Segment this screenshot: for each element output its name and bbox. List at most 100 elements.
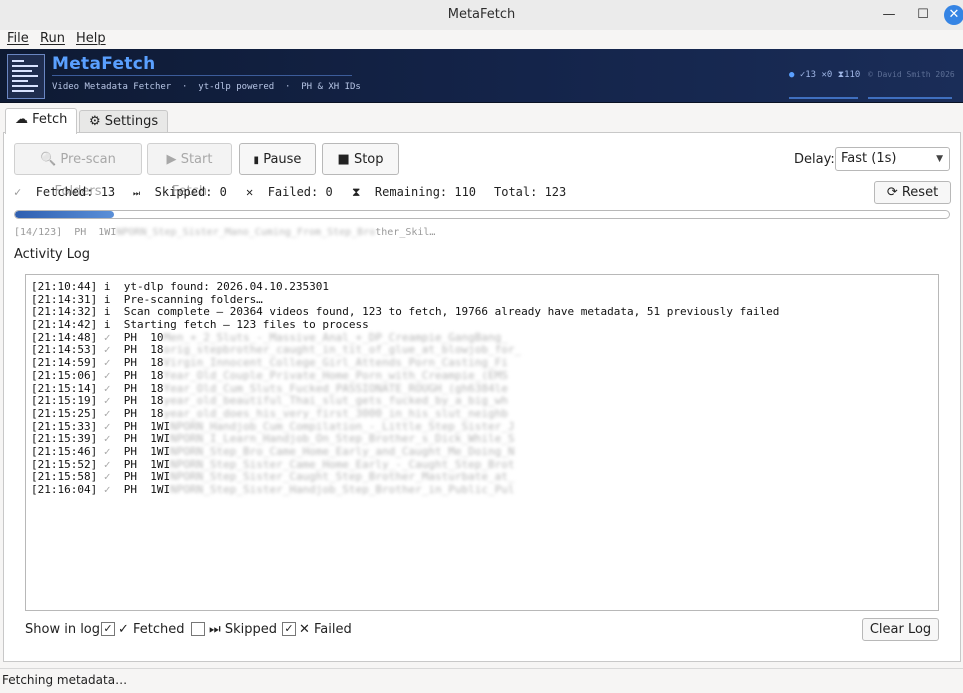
play-icon: ▶ xyxy=(166,152,177,167)
log-timestamp: [21:15:33] xyxy=(31,419,98,433)
skipped-checkbox[interactable] xyxy=(191,622,205,636)
log-line: [21:14:42] i Starting fetch — 123 files … xyxy=(31,318,938,332)
log-timestamp: [21:15:25] xyxy=(31,406,98,420)
log-site: PH xyxy=(123,394,137,408)
log-check-icon: ✓ xyxy=(103,394,111,408)
log-check-icon: ✓ xyxy=(103,381,111,395)
log-site: PH xyxy=(123,381,137,395)
button-label: Pause xyxy=(263,152,302,167)
tab-fetch[interactable]: ☁ Fetch xyxy=(5,108,78,134)
log-line: [21:15:25] ✓ PH 18year_old_does_his_very… xyxy=(31,406,938,421)
log-site: PH xyxy=(123,483,137,496)
menu-file[interactable]: File xyxy=(7,31,29,46)
log-message: Starting fetch — 123 files to process xyxy=(123,318,369,332)
brand-underline xyxy=(52,75,352,76)
button-label: Reset xyxy=(901,185,939,200)
chevron-down-icon: ▼ xyxy=(936,154,943,164)
log-id: 1WI xyxy=(150,444,171,458)
gear-icon: ⚙ xyxy=(89,114,101,129)
log-check-icon: ✓ xyxy=(103,457,111,471)
log-site: PH xyxy=(123,356,137,370)
log-timestamp: [21:15:14] xyxy=(31,381,98,395)
close-icon[interactable]: ✕ xyxy=(944,5,963,25)
log-timestamp: [21:14:42] xyxy=(31,318,98,332)
log-id: 18 xyxy=(150,394,164,408)
activity-log-label: Activity Log xyxy=(14,247,90,262)
window-title: MetaFetch xyxy=(447,7,516,22)
log-line: [21:15:19] ✓ PH 18year_old_beautiful_Tha… xyxy=(31,394,938,408)
clear-log-button[interactable]: Clear Log xyxy=(862,618,939,641)
brand-title: MetaFetch xyxy=(52,54,156,74)
log-check-icon: ✓ xyxy=(103,343,111,357)
log-line: [21:15:06] ✓ PH 18Year_Old_Couple_Privat… xyxy=(31,368,938,383)
failed-checkbox[interactable]: ✓ xyxy=(282,622,296,636)
log-title-blurred: Virgin_Innocent_College_Girl_Attends_Por… xyxy=(163,356,508,370)
prescan-folders-button[interactable]: 🔍 Pre-scan Folders xyxy=(14,143,142,199)
x-icon: ✕ xyxy=(246,185,254,199)
log-site: PH xyxy=(123,470,137,484)
title-bar: MetaFetch — ☐ ✕ xyxy=(0,0,963,31)
log-check-icon: ✓ xyxy=(103,444,111,458)
log-site: PH xyxy=(123,432,137,446)
maximize-icon[interactable]: ☐ xyxy=(914,6,932,24)
activity-log[interactable]: [21:10:44] i yt-dlp found: 2026.04.10.23… xyxy=(25,274,939,611)
log-id: 18 xyxy=(150,381,164,395)
menu-bar: File Run Help xyxy=(0,30,963,49)
skipped-count: Skipped: 0 xyxy=(154,185,227,199)
hourglass-icon: ⧗ xyxy=(352,185,361,199)
log-check-icon: ✓ xyxy=(103,406,111,420)
log-check-icon: ✓ xyxy=(103,356,111,370)
failed-filter-label[interactable]: ✕ Failed xyxy=(299,622,352,637)
log-title-blurred: Men_+_2_Sluts_-_Massive_Anal_+_DP_Creamp… xyxy=(163,330,508,344)
log-title-blurred: year_old_beautiful_Thai_slut_gets_fucked… xyxy=(163,394,508,408)
delay-select[interactable]: Fast (1s) ▼ xyxy=(835,147,950,171)
skipped-filter-label[interactable]: ⏭ Skipped xyxy=(209,622,277,637)
log-timestamp: [21:14:48] xyxy=(31,330,98,344)
menu-run[interactable]: Run xyxy=(40,31,65,46)
log-title-blurred: NPORN_Step_Bro_Came_Home_Early_and_Caugh… xyxy=(170,444,515,458)
log-level: i xyxy=(103,318,111,332)
stop-icon: ■ xyxy=(337,152,350,167)
total-stat: Total: 123 xyxy=(494,185,567,199)
log-timestamp: [21:15:19] xyxy=(31,394,98,408)
search-icon: 🔍 xyxy=(40,152,57,167)
menu-help[interactable]: Help xyxy=(76,31,106,46)
tab-label: Settings xyxy=(104,114,159,129)
log-site: PH xyxy=(123,444,137,458)
current-file: [14/123] PH 1WINPORN_Step_Sister_Mano_Cu… xyxy=(14,227,435,238)
failed-stat: ✕ Failed: 0 xyxy=(246,185,333,199)
pause-button[interactable]: ▮ Pause xyxy=(239,143,316,175)
fetched-filter-label[interactable]: ✓ Fetched xyxy=(118,622,185,637)
remaining-stat: ⧗ Remaining: 110 xyxy=(352,185,476,200)
stop-button[interactable]: ■ Stop xyxy=(322,143,399,175)
fetched-checkbox[interactable]: ✓ xyxy=(101,622,115,636)
log-timestamp: [21:15:58] xyxy=(31,470,98,484)
log-check-icon: ✓ xyxy=(103,419,111,433)
log-timestamp: [21:15:52] xyxy=(31,457,98,471)
log-title-blurred: orig_stepbrother_caught_in_tit_of_glue_a… xyxy=(163,343,522,357)
log-id: 18 xyxy=(150,406,164,420)
log-id: 18 xyxy=(150,368,164,382)
log-site: PH xyxy=(123,343,137,357)
fetch-progress-bar xyxy=(14,210,950,219)
log-site: PH xyxy=(123,406,137,420)
reset-button[interactable]: ⟳ Reset xyxy=(874,181,951,204)
progress-fill xyxy=(15,211,114,218)
check-icon: ✓ xyxy=(14,185,22,199)
log-message: Pre-scanning folders… xyxy=(123,292,263,306)
tab-settings[interactable]: ⚙ Settings xyxy=(79,110,169,133)
minimize-icon[interactable]: — xyxy=(880,6,898,24)
log-timestamp: [21:14:32] xyxy=(31,305,98,319)
log-site: PH xyxy=(123,368,137,382)
log-id: 18 xyxy=(150,356,164,370)
current-file-suffix: ther_Skil… xyxy=(375,227,436,238)
show-in-log-label: Show in log: xyxy=(25,622,105,637)
log-title-blurred: NPORN_Handjob_Cum_Compilation_-_Little_S… xyxy=(170,419,515,433)
fetched-stat: ✓ Fetched: 13 xyxy=(14,185,115,199)
banner-stats-text: ✓13 ✕0 ⧗110 xyxy=(794,70,861,80)
log-check-icon: ✓ xyxy=(103,330,111,344)
current-file-prefix: [14/123] PH 1WI xyxy=(14,227,117,238)
start-fetch-button[interactable]: ▶ Start Fetch xyxy=(147,143,232,199)
status-text: Fetching metadata… xyxy=(2,673,128,687)
pause-icon: ▮ xyxy=(253,155,260,166)
